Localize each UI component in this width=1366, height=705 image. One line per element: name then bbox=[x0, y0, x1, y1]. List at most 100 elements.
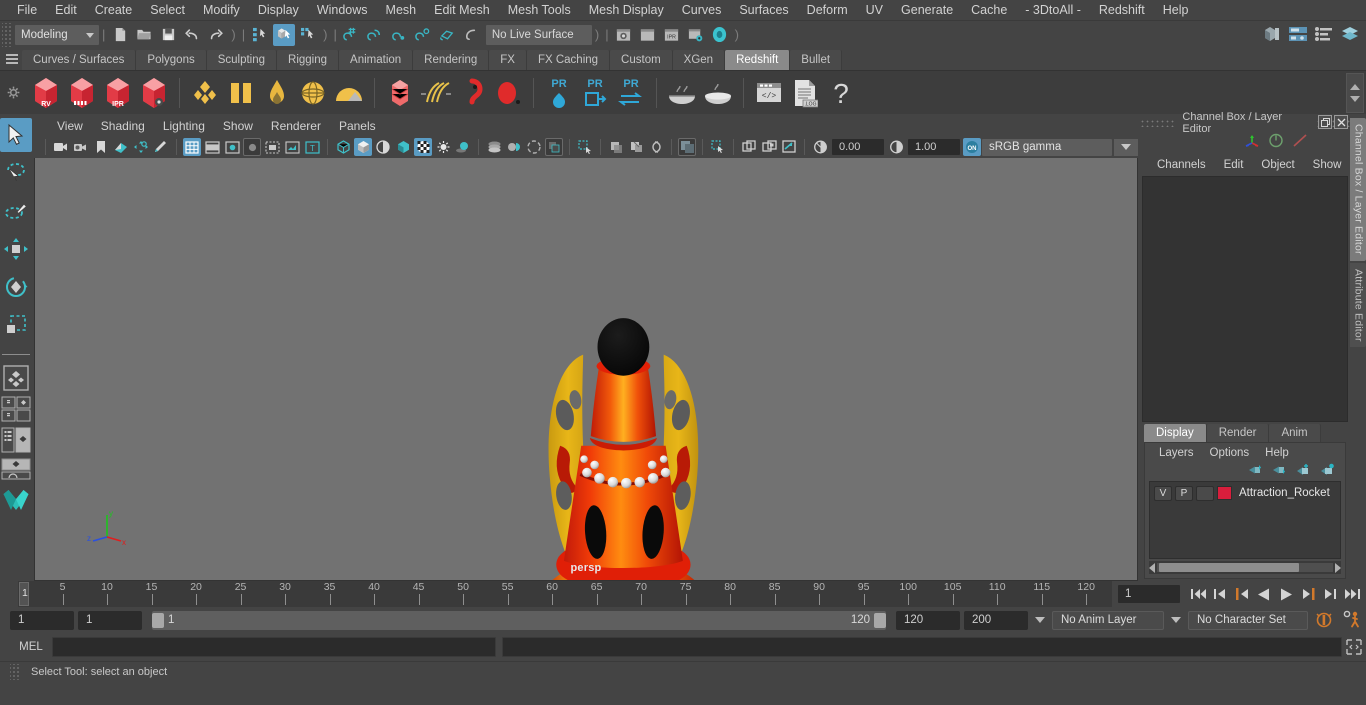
shelf-tab-animation[interactable]: Animation bbox=[339, 50, 414, 70]
snap-to-point-icon[interactable] bbox=[389, 24, 411, 46]
exposure-icon[interactable] bbox=[811, 138, 829, 156]
menu-modify[interactable]: Modify bbox=[194, 0, 249, 20]
menu-deform[interactable]: Deform bbox=[798, 0, 857, 20]
grease-pencil-icon[interactable] bbox=[152, 138, 170, 156]
menu-redshift[interactable]: Redshift bbox=[1090, 0, 1154, 20]
render-current-frame-icon[interactable] bbox=[613, 24, 635, 46]
film-gate-icon[interactable] bbox=[203, 138, 221, 156]
menu-mesh-display[interactable]: Mesh Display bbox=[580, 0, 673, 20]
tear-off-copy-icon[interactable] bbox=[760, 138, 778, 156]
redshift-proxy-icon[interactable] bbox=[187, 73, 223, 113]
move-tool-button[interactable] bbox=[0, 232, 32, 266]
exposure-field[interactable]: 0.00 bbox=[832, 139, 884, 155]
shadows-icon[interactable] bbox=[454, 138, 472, 156]
grid-toggle-icon[interactable] bbox=[183, 138, 201, 156]
channel-box-menu-channels[interactable]: Channels bbox=[1148, 159, 1215, 171]
color-management-toggle-icon[interactable]: ON bbox=[963, 138, 981, 156]
layer-playback-toggle[interactable]: P bbox=[1175, 485, 1193, 501]
undo-icon[interactable] bbox=[181, 24, 203, 46]
display-layer-list[interactable]: V P Attraction_Rocket bbox=[1149, 481, 1342, 559]
redshift-sprite-icon[interactable] bbox=[454, 73, 490, 113]
redshift-hair-icon[interactable] bbox=[418, 73, 454, 113]
viewport-snapshot-icon[interactable] bbox=[780, 138, 798, 156]
redshift-render-icon[interactable]: RV bbox=[28, 73, 64, 113]
redshift-bake-icon[interactable] bbox=[664, 73, 700, 113]
viewport-render-region-icon[interactable] bbox=[678, 138, 696, 156]
show-hide-attribute-editor-icon[interactable] bbox=[1287, 23, 1309, 45]
command-input[interactable] bbox=[52, 637, 496, 657]
render-view-icon[interactable] bbox=[637, 24, 659, 46]
step-forward-frame-icon[interactable] bbox=[1298, 584, 1318, 604]
channel-box-menu-show[interactable]: Show bbox=[1304, 159, 1351, 171]
create-layer-from-selected-icon[interactable] bbox=[1319, 463, 1335, 481]
shelf-tab-polygons[interactable]: Polygons bbox=[136, 50, 207, 70]
menu-3dtoall[interactable]: - 3DtoAll - bbox=[1016, 0, 1090, 20]
play-backwards-icon[interactable] bbox=[1254, 584, 1274, 604]
menu-generate[interactable]: Generate bbox=[892, 0, 962, 20]
layer-display-type-toggle[interactable] bbox=[1196, 485, 1214, 501]
shelf-tab-rendering[interactable]: Rendering bbox=[413, 50, 490, 70]
menu-edit[interactable]: Edit bbox=[46, 0, 86, 20]
range-right-handle[interactable] bbox=[874, 612, 886, 628]
layer-menu-help[interactable]: Help bbox=[1257, 447, 1297, 459]
single-perspective-layout-button[interactable] bbox=[1, 365, 31, 391]
shelf-tab-sculpting[interactable]: Sculpting bbox=[206, 50, 278, 70]
shelf-menu-icon[interactable] bbox=[2, 48, 22, 70]
animation-end-time-field[interactable]: 200 bbox=[964, 610, 1028, 630]
character-set-dropdown-arrow[interactable] bbox=[1168, 611, 1184, 630]
menu-set-selector[interactable]: Modeling bbox=[15, 24, 99, 45]
anim-layer-dropdown-arrow[interactable] bbox=[1032, 611, 1048, 630]
xray-joints-icon[interactable] bbox=[627, 138, 645, 156]
character-set-field[interactable]: No Character Set bbox=[1188, 610, 1308, 630]
viewport-menu-renderer[interactable]: Renderer bbox=[262, 116, 330, 136]
hypershade-icon[interactable] bbox=[709, 24, 731, 46]
move-layer-up-icon[interactable] bbox=[1247, 463, 1263, 481]
scroll-right-icon[interactable] bbox=[1335, 562, 1342, 573]
save-scene-icon[interactable] bbox=[157, 24, 179, 46]
menu-display[interactable]: Display bbox=[249, 0, 308, 20]
channel-box-menu-edit[interactable]: Edit bbox=[1215, 159, 1253, 171]
scale-tool-button[interactable] bbox=[0, 308, 32, 342]
menu-create[interactable]: Create bbox=[86, 0, 142, 20]
redshift-ipr-icon[interactable]: IPR bbox=[100, 73, 136, 113]
animation-preferences-icon[interactable] bbox=[1340, 610, 1366, 630]
screen-space-ao-icon[interactable] bbox=[485, 138, 503, 156]
current-time-field[interactable]: 1 bbox=[1118, 585, 1180, 603]
viewport-menu-lighting[interactable]: Lighting bbox=[154, 116, 214, 136]
gamma-icon[interactable] bbox=[887, 138, 905, 156]
scrollbar-track[interactable] bbox=[1157, 563, 1334, 572]
side-tab-channel-box-layer-editor[interactable]: Channel Box / Layer Editor bbox=[1350, 118, 1366, 261]
animation-start-time-field[interactable]: 1 bbox=[10, 610, 74, 630]
bookmarks-icon[interactable] bbox=[92, 138, 110, 156]
panel-grip-left[interactable] bbox=[1140, 119, 1175, 127]
current-frame-indicator[interactable]: 1 bbox=[19, 582, 29, 606]
redshift-matte-icon[interactable] bbox=[223, 73, 259, 113]
shelf-tab-rigging[interactable]: Rigging bbox=[277, 50, 340, 70]
range-start-time-field[interactable]: 1 bbox=[78, 610, 142, 630]
shelf-tab-custom[interactable]: Custom bbox=[610, 50, 673, 70]
select-region-icon[interactable] bbox=[709, 138, 727, 156]
redshift-script-icon[interactable]: </> bbox=[751, 73, 787, 113]
menu-surfaces[interactable]: Surfaces bbox=[730, 0, 797, 20]
step-back-frame-icon[interactable] bbox=[1232, 584, 1252, 604]
textured-icon[interactable] bbox=[414, 138, 432, 156]
layer-tab-render[interactable]: Render bbox=[1206, 424, 1270, 442]
render-settings-icon[interactable] bbox=[685, 24, 707, 46]
menu-windows[interactable]: Windows bbox=[308, 0, 377, 20]
manipulator-icon[interactable] bbox=[1244, 134, 1260, 153]
use-default-material-icon[interactable] bbox=[394, 138, 412, 156]
script-editor-icon[interactable] bbox=[1342, 636, 1366, 658]
layer-row[interactable]: V P Attraction_Rocket bbox=[1152, 484, 1338, 502]
shelf-tab-xgen[interactable]: XGen bbox=[672, 50, 726, 70]
film-origin-icon[interactable] bbox=[263, 138, 281, 156]
redshift-bokeh-icon[interactable] bbox=[259, 73, 295, 113]
rotate-tool-button[interactable] bbox=[0, 270, 32, 304]
multisample-icon[interactable] bbox=[525, 138, 543, 156]
select-camera-icon[interactable] bbox=[52, 138, 70, 156]
layer-menu-options[interactable]: Options bbox=[1202, 447, 1258, 459]
resolution-gate-icon[interactable] bbox=[223, 138, 241, 156]
menu-edit-mesh[interactable]: Edit Mesh bbox=[425, 0, 499, 20]
auto-key-icon[interactable] bbox=[1312, 611, 1336, 630]
live-surface-field[interactable]: No Live Surface bbox=[485, 24, 592, 45]
isolate-select-icon[interactable] bbox=[576, 138, 594, 156]
